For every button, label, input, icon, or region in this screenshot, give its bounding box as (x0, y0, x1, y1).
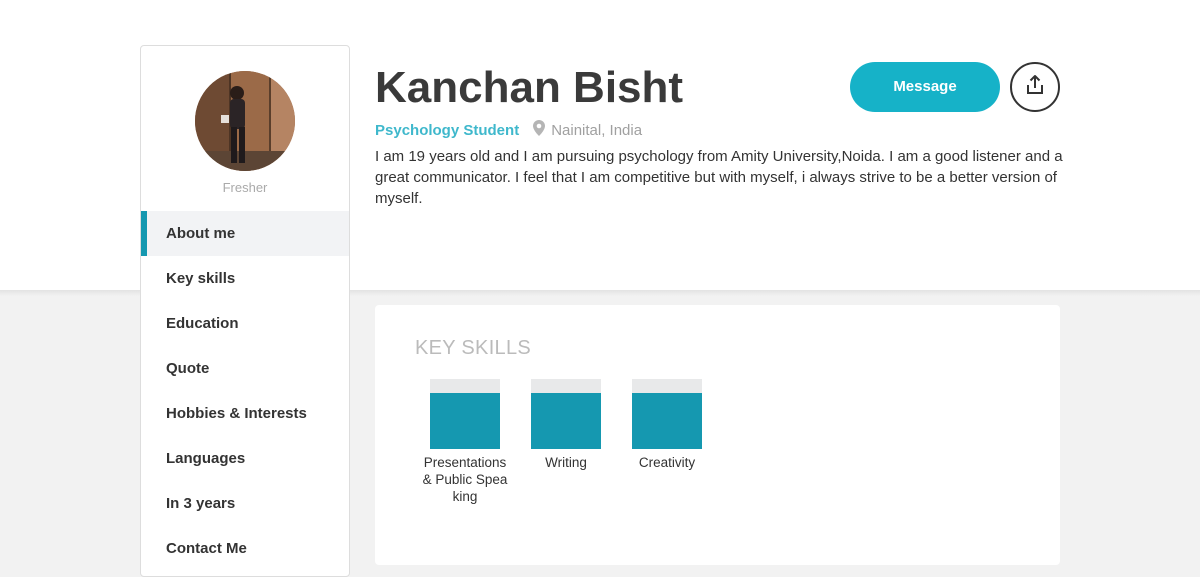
sidebar-item-contact-me[interactable]: Contact Me (141, 526, 349, 571)
sidebar-item-education[interactable]: Education (141, 301, 349, 346)
profile-name: Kanchan Bisht (375, 63, 684, 112)
skill-level-bar (531, 379, 601, 449)
skill-level-bar (632, 379, 702, 449)
skill-label: Creativity (638, 455, 696, 470)
profile-sidebar: Fresher About me Key skills Education Qu… (140, 45, 350, 577)
skill-label: Presentations & Public Speaking (422, 455, 508, 504)
sidebar-item-languages[interactable]: Languages (141, 436, 349, 481)
sidebar-item-in-3-years[interactable]: In 3 years (141, 481, 349, 526)
share-button[interactable] (1010, 62, 1060, 112)
skill-level-fill (531, 393, 601, 449)
profile-location: Nainital, India (551, 121, 643, 139)
skill-item: Creativity (622, 379, 702, 471)
message-button[interactable]: Message (850, 62, 1000, 112)
skill-item: Presentations & Public Speaking (420, 379, 507, 505)
sidebar-item-quote[interactable]: Quote (141, 346, 349, 391)
key-skills-card: KEY SKILLS Presentations & Public Speaki… (375, 305, 1060, 565)
skill-level-fill (632, 393, 702, 449)
profile-role: Psychology Student (375, 121, 520, 139)
sidebar-item-about-me[interactable]: About me (141, 211, 349, 256)
skill-item: Writing (521, 379, 601, 471)
sidebar-item-hobbies-interests[interactable]: Hobbies & Interests (141, 391, 349, 436)
sidebar-item-key-skills[interactable]: Key skills (141, 256, 349, 301)
sidebar-nav: About me Key skills Education Quote Hobb… (141, 211, 349, 571)
location-pin-icon (533, 120, 546, 140)
skill-label: Writing (545, 455, 587, 470)
profile-meta: Psychology Student Nainital, India (375, 120, 642, 140)
avatar[interactable] (195, 71, 295, 171)
skill-level-fill (430, 393, 500, 449)
skill-level-bar (430, 379, 500, 449)
profile-bio: I am 19 years old and I am pursuing psyc… (375, 148, 1063, 207)
career-status-label: Fresher (222, 180, 268, 195)
key-skills-title: KEY SKILLS (415, 337, 532, 359)
share-upload-icon (1024, 74, 1046, 101)
